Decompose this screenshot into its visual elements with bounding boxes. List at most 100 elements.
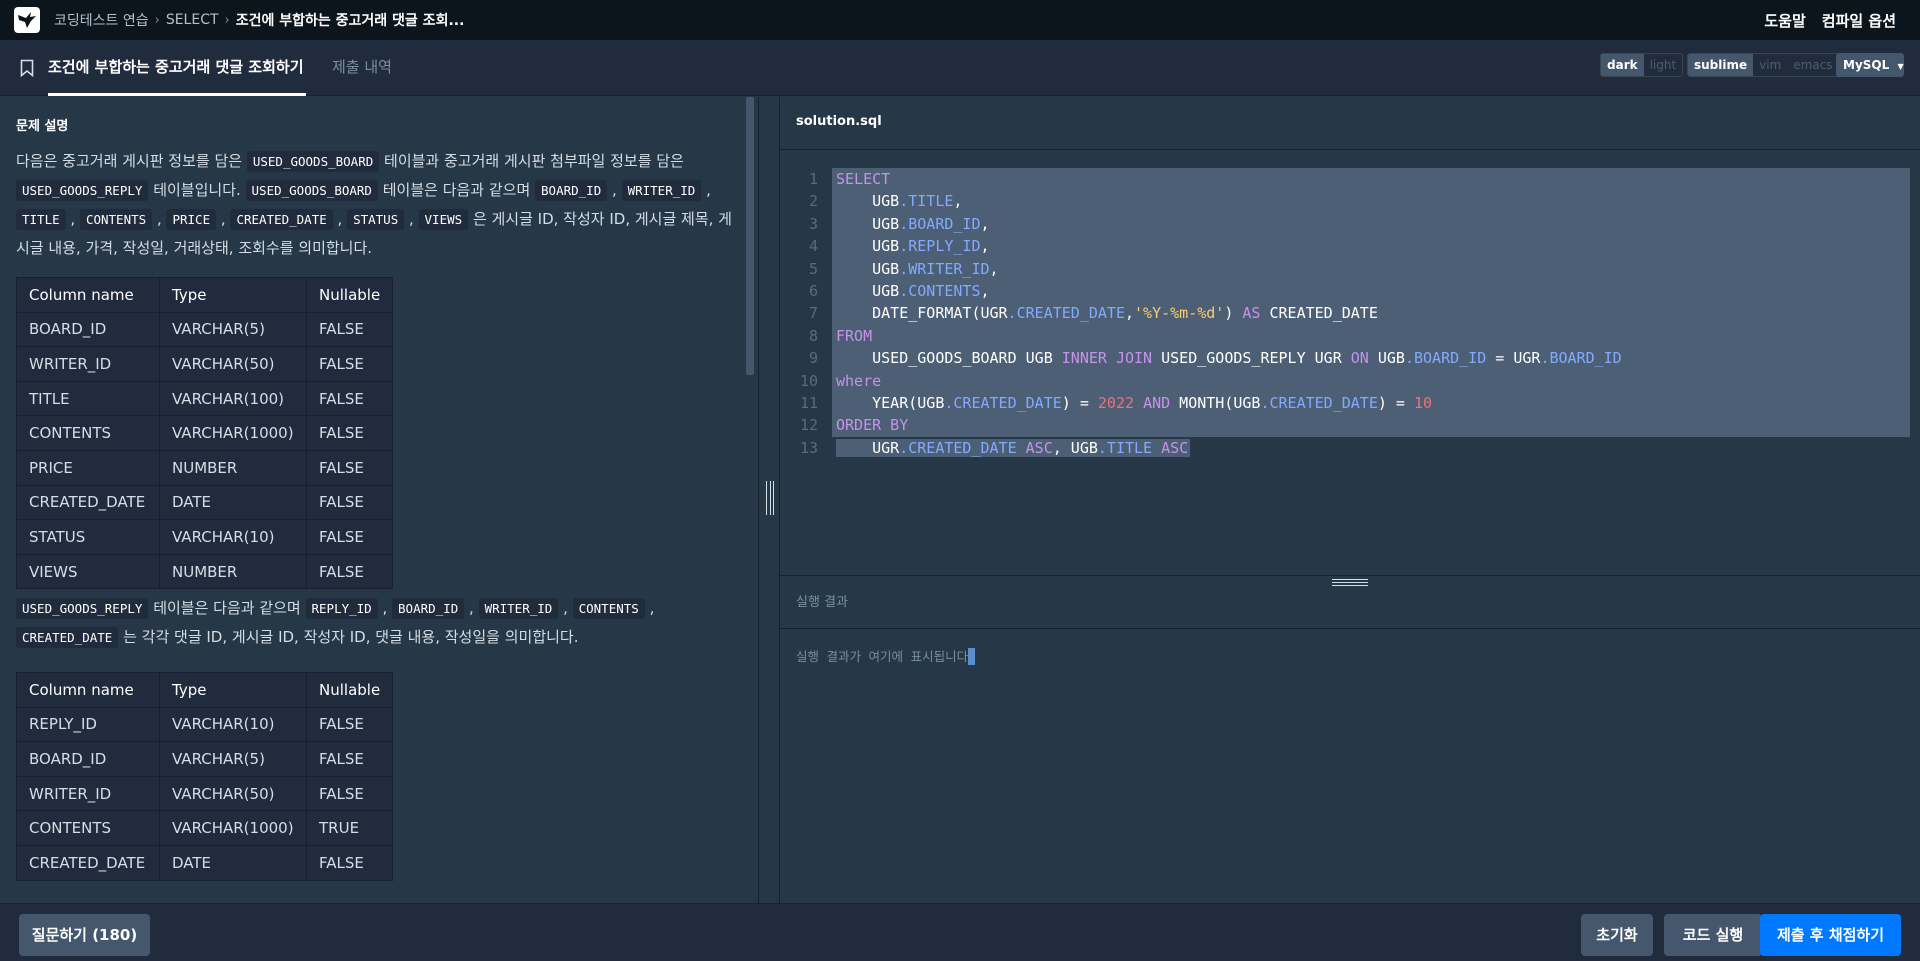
keymap-toggle: sublime vim emacs xyxy=(1687,53,1840,77)
breadcrumb: 코딩테스트 연습 › SELECT › 조건에 부합하는 중고거래 댓글 조회.… xyxy=(54,10,464,30)
table-cell: STATUS xyxy=(16,519,160,555)
table-cell: VARCHAR(10) xyxy=(159,706,307,743)
line-number: 5 xyxy=(808,259,818,278)
table-row: WRITER_ID VARCHAR(50) FALSE xyxy=(16,775,394,812)
code-line: 2 UGB.TITLE, xyxy=(780,190,1920,213)
language-select-value: MySQL xyxy=(1843,58,1890,72)
table-cell: DATE xyxy=(159,844,307,881)
code-text: USED_GOODS_BOARD UGB INNER JOIN USED_GOO… xyxy=(832,347,1910,370)
line-number: 6 xyxy=(808,282,818,300)
panel-resize-handle[interactable] xyxy=(758,97,780,903)
inline-code: PRICE xyxy=(166,209,217,230)
theme-light-option[interactable]: light xyxy=(1644,54,1683,76)
inline-code: REPLY_ID xyxy=(305,598,378,619)
code-text: SELECT xyxy=(832,168,1910,191)
table-cell: FALSE xyxy=(305,706,394,743)
tab-bar: 조건에 부합하는 중고거래 댓글 조회하기 제출 내역 dark light s… xyxy=(0,40,1920,96)
code-line: 7 DATE_FORMAT(UGR.CREATED_DATE,'%Y-%m-%d… xyxy=(780,302,1920,325)
line-number: 13 xyxy=(799,438,818,457)
code-line: 9 USED_GOODS_BOARD UGB INNER JOIN USED_G… xyxy=(780,347,1920,370)
table-cell: FALSE xyxy=(305,519,394,555)
table-cell: TITLE xyxy=(16,380,160,417)
code-line: 4 UGB.REPLY_ID, xyxy=(780,235,1920,258)
table-cell: CREATED_DATE xyxy=(16,844,160,881)
table-header-row: Column name Type Nullable xyxy=(16,672,394,708)
code-line: 6 UGB.CONTENTS, xyxy=(780,280,1920,303)
result-header: 실행 결과 xyxy=(780,589,1920,629)
table-cell: CREATED_DATE xyxy=(16,484,160,521)
table-row: BOARD_ID VARCHAR(5) FALSE xyxy=(16,741,394,777)
text: 테이블과 중고거래 게시판 첨부파일 정보를 담은 xyxy=(379,152,684,170)
keymap-vim-option[interactable]: vim xyxy=(1753,54,1787,76)
inline-code: STATUS xyxy=(347,209,405,230)
bottom-action-bar: 질문하기 (180) 초기화 코드 실행 제출 후 채점하기 xyxy=(0,903,1920,961)
line-number: 2 xyxy=(808,192,818,211)
drag-grip-icon xyxy=(1332,579,1368,586)
code-text: YEAR(UGB.CREATED_DATE) = 2022 AND MONTH(… xyxy=(832,392,1910,415)
table-cell: FALSE xyxy=(305,741,394,777)
language-select[interactable]: MySQL ▼ xyxy=(1836,53,1904,77)
table-cell: VARCHAR(5) xyxy=(159,311,307,348)
code-line: 13 UGR.CREATED_DATE ASC, UGB.TITLE ASC xyxy=(780,437,1920,459)
line-number: 9 xyxy=(808,349,818,368)
tab-submissions[interactable]: 제출 내역 xyxy=(332,40,392,96)
table-row: CREATED_DATE DATE FALSE xyxy=(16,484,394,521)
line-number: 7 xyxy=(808,304,818,323)
submit-button[interactable]: 제출 후 채점하기 xyxy=(1760,914,1901,956)
inline-code: WRITER_ID xyxy=(621,180,702,201)
breadcrumb-item-coding-test[interactable]: 코딩테스트 연습 xyxy=(54,10,149,30)
table-cell: VIEWS xyxy=(16,553,160,590)
inline-code: USED_GOODS_REPLY xyxy=(16,598,149,619)
chevron-right-icon: › xyxy=(224,12,230,28)
caret-down-icon: ▼ xyxy=(1897,62,1904,71)
help-link[interactable]: 도움말 xyxy=(1764,10,1805,31)
table-cell: FALSE xyxy=(305,415,394,451)
table-cell: NUMBER xyxy=(159,553,307,590)
code-text: UGB.BOARD_ID, xyxy=(832,212,1910,236)
line-number: 10 xyxy=(799,371,818,390)
used-goods-reply-schema-table: Column name Type Nullable REPLY_ID VARCHA… xyxy=(16,672,394,881)
text: 테이블은 다음과 같으며 xyxy=(377,181,536,199)
code-line: 3 UGB.BOARD_ID, xyxy=(780,212,1920,236)
run-code-button[interactable]: 코드 실행 xyxy=(1664,914,1762,956)
reset-button[interactable]: 초기화 xyxy=(1581,914,1653,956)
code-editor[interactable]: 1 SELECT 2 UGB.TITLE, 3 UGB.BOARD_ID, 4 U… xyxy=(780,151,1920,575)
tab-problem[interactable]: 조건에 부합하는 중고거래 댓글 조회하기 xyxy=(48,40,306,96)
keymap-emacs-option[interactable]: emacs xyxy=(1787,54,1838,76)
bookmark-icon[interactable] xyxy=(20,59,34,77)
ask-question-button[interactable]: 질문하기 (180) xyxy=(19,914,150,956)
text: , xyxy=(558,599,573,617)
breadcrumb-item-select[interactable]: SELECT xyxy=(166,12,219,28)
text: , xyxy=(644,599,655,617)
keymap-sublime-option[interactable]: sublime xyxy=(1688,54,1754,76)
drag-grip-icon xyxy=(766,481,774,515)
table-row: CONTENTS VARCHAR(1000) FALSE xyxy=(16,415,394,451)
inline-code: USED_GOODS_BOARD xyxy=(245,180,378,201)
table-row: VIEWS NUMBER FALSE xyxy=(16,553,394,590)
text: 는 각각 댓글 ID, 게시글 ID, 작성자 ID, 댓글 내용, 작성일을 … xyxy=(118,628,579,646)
result-resize-handle[interactable] xyxy=(780,575,1920,589)
line-number: 12 xyxy=(799,416,818,435)
theme-dark-option[interactable]: dark xyxy=(1601,54,1644,76)
text: 테이블입니다. xyxy=(148,181,246,199)
table-cell: FALSE xyxy=(305,775,394,812)
table-cell: VARCHAR(10) xyxy=(159,519,307,555)
table-cell: NUMBER xyxy=(159,449,307,486)
text: , xyxy=(701,181,711,199)
compile-options-link[interactable]: 컴파일 옵션 xyxy=(1822,10,1896,31)
scrollbar[interactable] xyxy=(746,97,754,375)
problem-section-title: 문제 설명 xyxy=(16,119,69,134)
table-row: PRICE NUMBER FALSE xyxy=(16,449,394,486)
column-header: Type xyxy=(159,672,307,708)
text: , xyxy=(332,210,348,228)
table-cell: VARCHAR(50) xyxy=(159,775,307,812)
column-header: Column name xyxy=(16,672,160,708)
code-line: 11 YEAR(UGB.CREATED_DATE) = 2022 AND MON… xyxy=(780,392,1920,415)
column-header: Type xyxy=(159,277,307,313)
table-cell: BOARD_ID xyxy=(16,311,160,348)
code-text: ORDER BY xyxy=(832,414,1910,437)
table-row: REPLY_ID VARCHAR(10) FALSE xyxy=(16,706,394,743)
text: , xyxy=(152,210,167,228)
programmers-logo-icon[interactable] xyxy=(14,7,40,33)
table-cell: FALSE xyxy=(305,380,394,417)
